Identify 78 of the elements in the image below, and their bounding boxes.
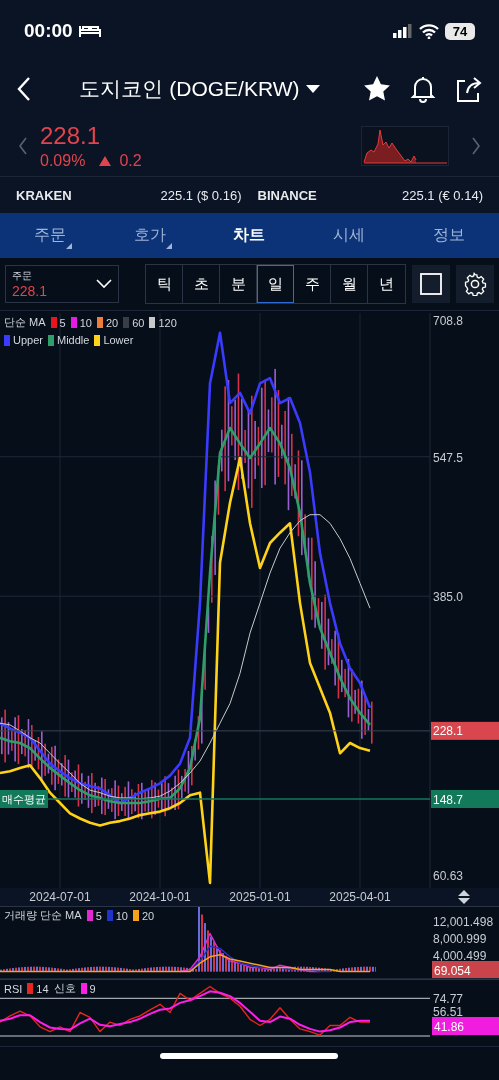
legend-title: 단순 MA [4,315,46,330]
exchange-price: 225.1 ($ 0.16) [160,187,242,203]
legend-label: 5 [59,316,66,329]
axis-label: 60.63 [433,868,464,883]
legend-label: 20 [105,316,119,329]
axis-label: 56.51 [433,1004,464,1019]
period-button[interactable]: 초 [183,265,220,303]
axis-label: 385.0 [433,590,464,605]
dropdown-value: 228.1 [12,283,48,299]
status-time: 00:00 [24,20,73,42]
signal-icon [393,24,413,38]
legend-value: 14 [36,982,49,995]
legend-label: Middle [56,334,90,346]
tab[interactable]: 호가 [99,213,200,258]
legend-label: 10 [115,909,128,922]
axis-label: 74.77 [433,992,464,1007]
exchange-name: KRAKEN [16,187,72,203]
ref-line-label: 228.1 [433,724,464,739]
layout-button[interactable] [412,265,450,303]
period-button[interactable]: 월 [331,265,368,303]
axis-label: 2025-04-01 [329,890,391,904]
battery-level: 74 [452,23,468,39]
chevron-right-icon[interactable] [471,137,481,155]
change-percent: 0.09% [40,152,86,170]
wifi-icon [419,23,439,39]
exchange-price: 225.1 (€ 0.14) [402,187,483,203]
axis-label: 2024-07-01 [29,890,91,904]
bell-icon[interactable] [409,75,437,103]
settings-icon [463,272,487,296]
axis-label: 8,000.999 [433,931,487,946]
share-icon[interactable] [455,75,483,103]
chevron-left-icon[interactable] [18,137,28,155]
up-triangle-icon [99,156,112,166]
axis-label: 4,000.499 [433,948,487,963]
average-price-label: 매수평균 [0,790,48,808]
legend-label: Upper [13,334,43,346]
period-button[interactable]: 틱 [146,265,183,303]
period-button[interactable]: 년 [368,265,405,303]
bed-icon [78,24,101,38]
axis-label: 12,001.498 [433,914,494,929]
axis-label: 547.5 [433,450,464,465]
change-value: 0.2 [119,152,142,170]
exchange-name: BINANCE [257,187,317,203]
period-button[interactable]: 주 [294,265,331,303]
value-tag: 69.054 [432,961,499,978]
legend-label: 5 [95,909,102,922]
legend-label: RSI [4,982,23,995]
axis-label: 708.8 [433,314,464,328]
tab[interactable]: 정보 [399,213,499,258]
price-value: 228.1 [40,122,102,150]
axis-label: 2024-10-01 [129,890,191,904]
square-icon [420,273,442,295]
chevron-down-icon [96,279,112,289]
back-icon[interactable] [16,76,32,102]
ref-line-label: 148.7 [433,792,464,807]
legend-value: 9 [89,982,96,995]
order-dropdown[interactable]: 주문 228.1 [5,265,119,303]
price-tag: 228.1 [431,721,499,740]
tab[interactable]: 차트 [199,213,300,258]
legend-label: 60 [132,316,145,329]
period-button[interactable]: 분 [220,265,257,303]
caret-icon [305,85,320,93]
star-icon[interactable] [363,75,391,103]
tab[interactable]: 주문 [0,213,100,258]
sort-icon[interactable] [458,890,470,904]
legend-title: 거래량 단순 MA [4,908,82,923]
legend-label: Lower [103,334,134,346]
axis-label: 2025-01-01 [229,890,291,904]
tab[interactable]: 시세 [299,213,400,258]
legend-label: 120 [158,316,177,329]
period-button[interactable]: 일 [257,265,294,303]
settings-button[interactable] [456,265,494,303]
legend-label: 신호 [53,981,76,996]
price-tag: 148.7 [431,790,499,808]
legend-label: 10 [79,316,92,329]
dropdown-label: 주문 [12,269,33,283]
legend-label: 20 [142,909,155,922]
value-tag: 41.86 [432,1017,499,1035]
